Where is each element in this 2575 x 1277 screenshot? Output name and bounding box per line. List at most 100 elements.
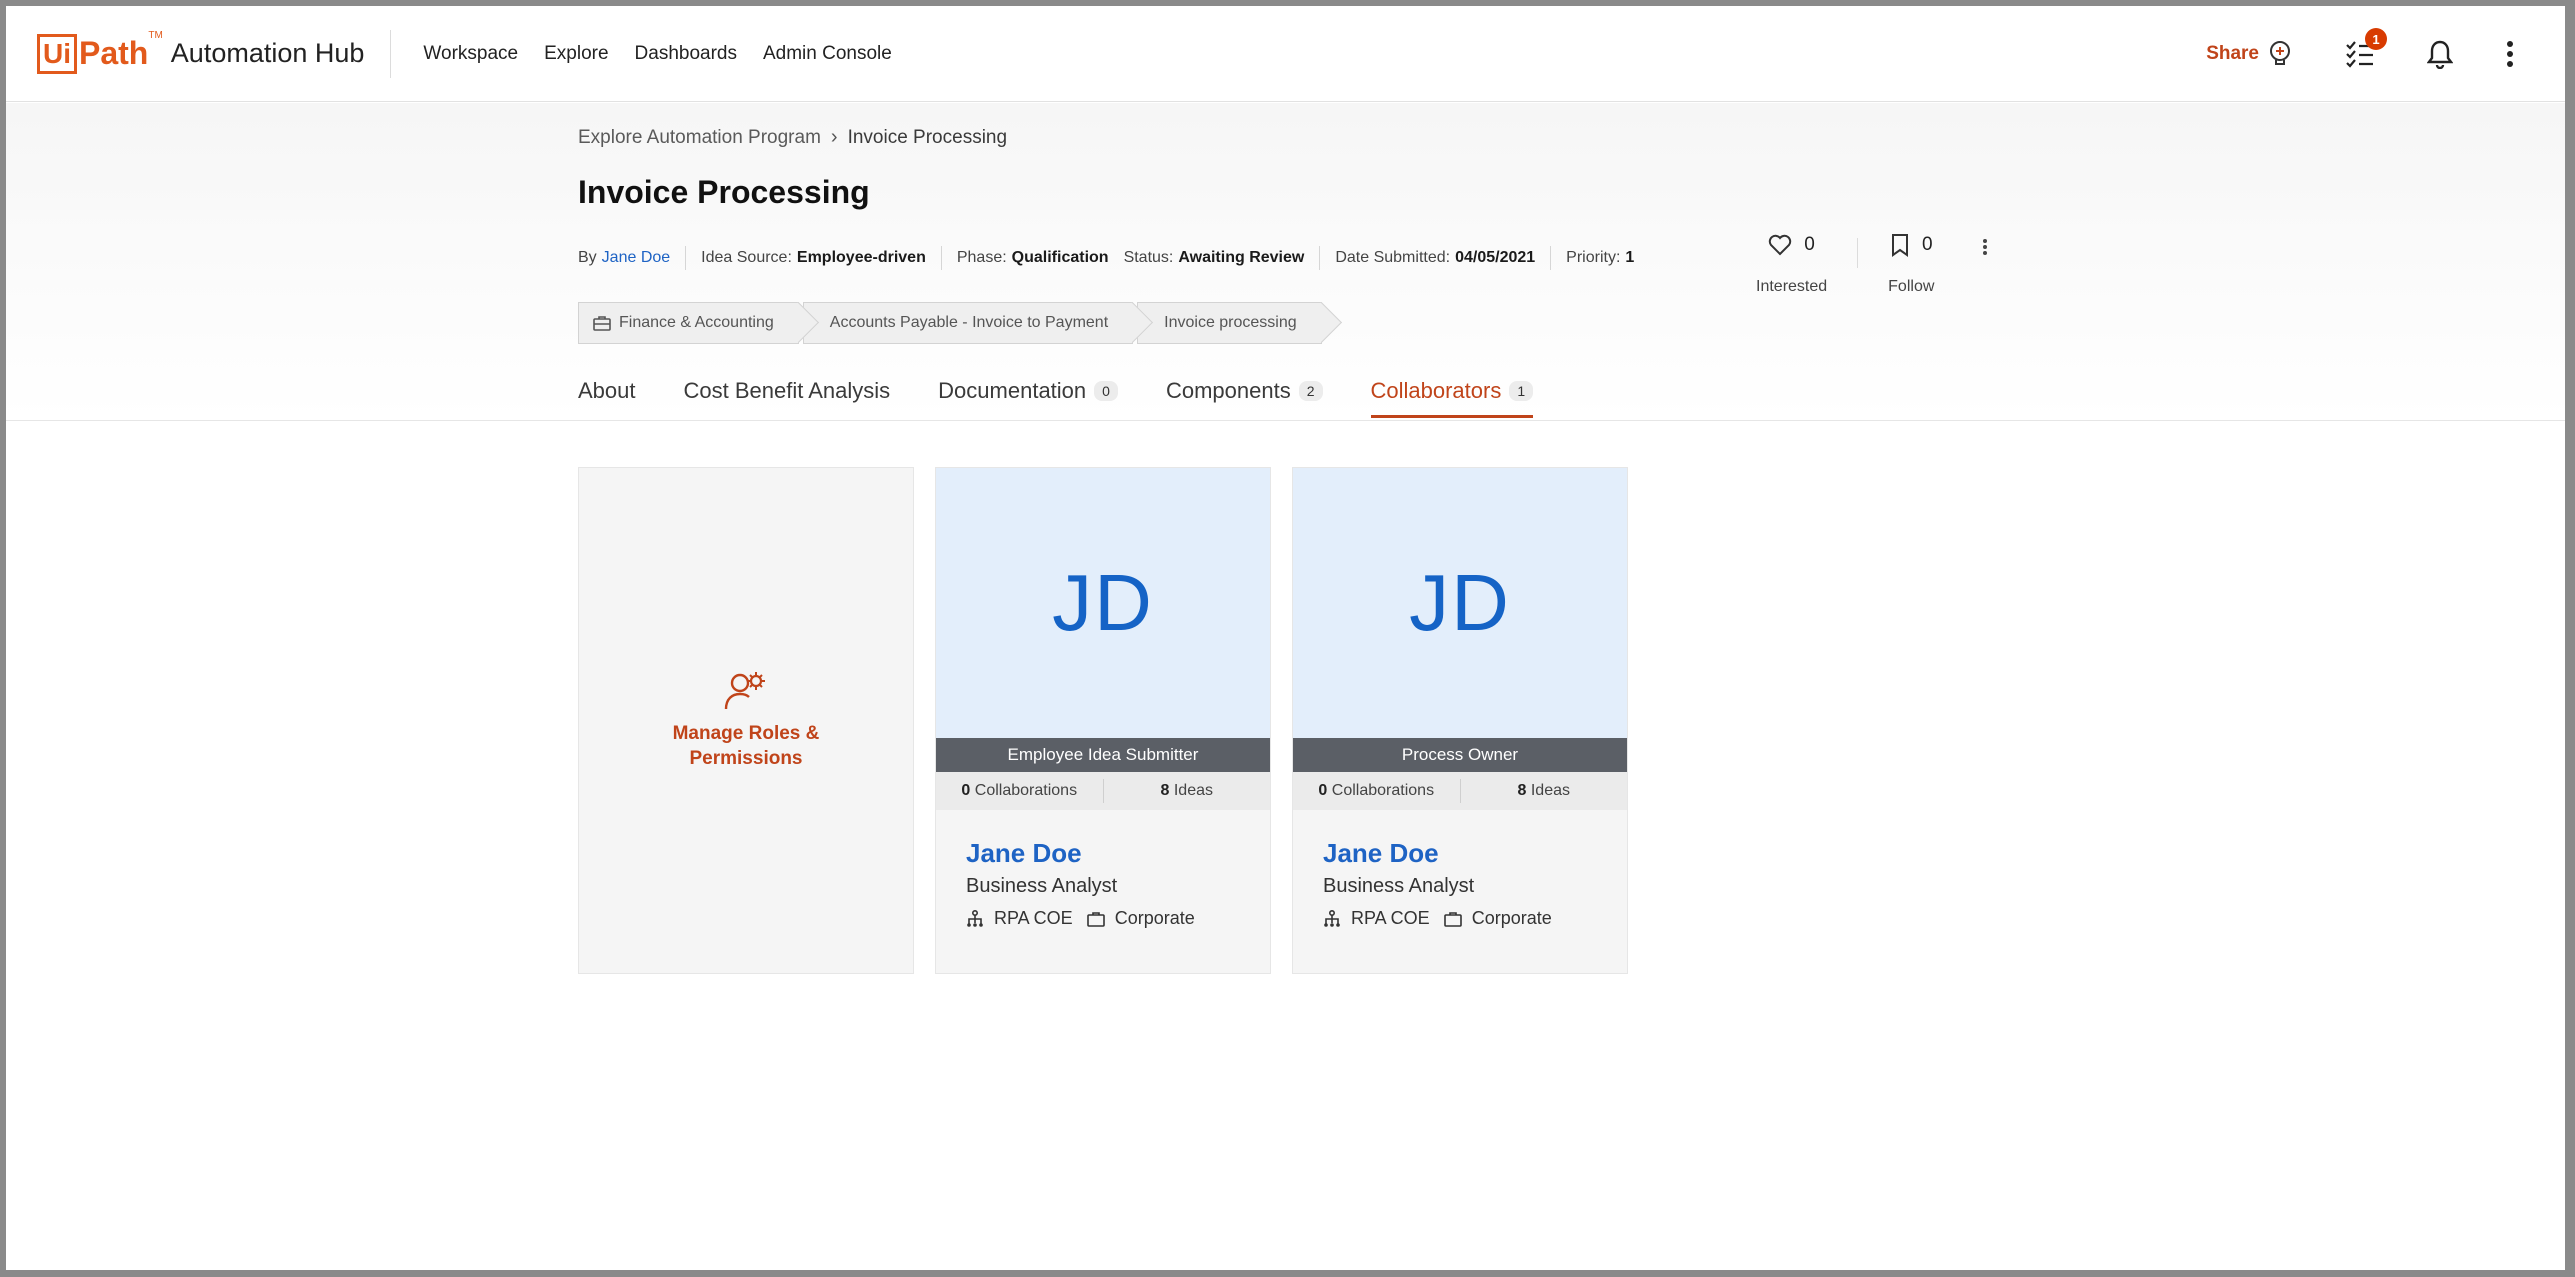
interested-count: 0: [1804, 234, 1815, 255]
breadcrumb-current: Invoice Processing: [847, 126, 1008, 148]
ideas-stat: 8 Ideas: [1104, 782, 1271, 800]
tab-count: 2: [1298, 381, 1323, 401]
author-link[interactable]: Jane Doe: [602, 249, 671, 267]
avatar-initials: JD: [1409, 558, 1511, 647]
nav-dashboards[interactable]: Dashboards: [635, 43, 737, 65]
tab-collaborators[interactable]: Collaborators 1: [1370, 378, 1534, 418]
collaborator-stats: 0 Collaborations 8 Ideas: [936, 772, 1270, 810]
category-tags: Finance & Accounting Accounts Payable - …: [578, 302, 1326, 344]
tasks-button[interactable]: 1: [2345, 28, 2387, 68]
status-label: Status:: [1123, 249, 1174, 266]
tab-label: Collaborators: [1370, 378, 1502, 403]
collaborations-stat: 0 Collaborations: [936, 782, 1103, 800]
tag-label: Accounts Payable - Invoice to Payment: [829, 314, 1109, 331]
collaborator-info: Jane Doe Business Analyst RPA COE Corpor…: [1293, 810, 1627, 929]
breadcrumb-parent[interactable]: Explore Automation Program: [578, 127, 821, 149]
author-label: By: [578, 249, 597, 266]
notifications-button[interactable]: [2427, 39, 2453, 69]
meta-source: Idea Source: Employee-driven: [701, 249, 926, 267]
collaborator-business-unit-wrap: Corporate: [1443, 908, 1552, 929]
idea-tabs: About Cost Benefit Analysis Documentatio…: [578, 378, 1581, 418]
collaborator-org: RPA COE Corporate: [966, 908, 1240, 929]
tab-documentation[interactable]: Documentation 0: [938, 378, 1118, 418]
org-chart-icon: [1324, 909, 1340, 927]
collaborator-card[interactable]: JD Process Owner 0 Collaborations 8 Idea…: [1292, 467, 1628, 974]
share-button[interactable]: Share: [2206, 40, 2293, 68]
tab-label: About: [578, 378, 636, 403]
lightbulb-plus-icon: [2270, 41, 2290, 65]
action-divider: [1857, 238, 1859, 268]
engagement-actions: 0 Interested 0 Follow: [1756, 228, 1988, 296]
source-label: Idea Source:: [701, 249, 792, 266]
manage-roles-card[interactable]: Manage Roles & Permissions: [578, 467, 914, 974]
status-value: Awaiting Review: [1178, 249, 1305, 266]
collaborator-business-unit-wrap: Corporate: [1086, 908, 1195, 929]
manage-roles-label-line2: Permissions: [689, 747, 803, 769]
collaborator-org: RPA COE Corporate: [1323, 908, 1597, 929]
role-label: Process Owner: [1293, 738, 1627, 772]
phase-label: Phase:: [956, 249, 1007, 266]
collaborator-business-unit: Corporate: [1471, 908, 1552, 928]
user-gear-icon: [724, 671, 765, 709]
collaborations-stat: 0 Collaborations: [1293, 782, 1460, 800]
interested-button[interactable]: 0 Interested: [1756, 228, 1827, 296]
tab-about[interactable]: About: [578, 378, 636, 418]
meta-date: Date Submitted: 04/05/2021: [1335, 249, 1535, 267]
breadcrumb: Explore Automation Program › Invoice Pro…: [578, 126, 1007, 149]
nav-workspace[interactable]: Workspace: [423, 43, 518, 65]
idea-more-button[interactable]: [1982, 238, 1988, 261]
bell-icon: [2427, 40, 2453, 69]
collaborator-department: RPA COE: [994, 908, 1073, 928]
tab-components[interactable]: Components 2: [1166, 378, 1323, 418]
phase-value: Qualification: [1011, 249, 1109, 266]
nav-explore[interactable]: Explore: [544, 43, 608, 65]
tab-cost-benefit-analysis[interactable]: Cost Benefit Analysis: [684, 378, 891, 418]
collaborations-label: Collaborations: [1331, 782, 1435, 799]
tabs-divider: [6, 420, 2565, 421]
ideas-stat: 8 Ideas: [1461, 782, 1628, 800]
briefcase-icon: [1086, 911, 1105, 927]
meta-divider: [1319, 246, 1321, 270]
avatar-initials: JD: [1052, 558, 1154, 647]
manage-roles-label-line1: Manage Roles &: [672, 722, 820, 744]
priority-value: 1: [1625, 249, 1635, 266]
nav-admin-console[interactable]: Admin Console: [763, 43, 892, 65]
follow-button[interactable]: 0 Follow: [1888, 228, 1934, 296]
collaborator-card[interactable]: JD Employee Idea Submitter 0 Collaborati…: [935, 467, 1271, 974]
follow-top: 0: [1890, 228, 1933, 262]
ideas-label: Ideas: [1173, 782, 1213, 799]
collaborator-job-title: Business Analyst: [966, 875, 1118, 897]
org-chart-icon: [967, 909, 983, 927]
collaborator-job-title: Business Analyst: [1323, 875, 1475, 897]
tag-process[interactable]: Invoice processing: [1137, 302, 1322, 344]
logo-ui-box: Ui: [37, 33, 77, 74]
source-value: Employee-driven: [796, 249, 926, 266]
meta-priority: Priority: 1: [1566, 249, 1634, 267]
tab-count: 0: [1094, 381, 1118, 401]
collaborator-business-unit: Corporate: [1114, 908, 1195, 928]
collaborator-name[interactable]: Jane Doe: [1323, 838, 1597, 869]
role-label: Employee Idea Submitter: [936, 738, 1270, 772]
tab-label: Documentation: [938, 378, 1087, 403]
follow-label: Follow: [1888, 278, 1935, 295]
uipath-logo[interactable]: Ui Path TM Automation Hub: [37, 30, 364, 74]
interested-top: 0: [1768, 228, 1815, 262]
tag-category[interactable]: Finance & Accounting: [578, 302, 799, 344]
date-value: 04/05/2021: [1455, 249, 1536, 266]
more-menu-button[interactable]: [2505, 39, 2515, 69]
follow-count: 0: [1921, 234, 1933, 255]
meta-divider: [685, 246, 687, 270]
briefcase-icon: [593, 316, 611, 331]
chevron-right-icon: ›: [830, 126, 838, 148]
tag-label: Invoice processing: [1164, 314, 1297, 331]
collaborator-name[interactable]: Jane Doe: [966, 838, 1240, 869]
tag-subcategory[interactable]: Accounts Payable - Invoice to Payment: [802, 302, 1134, 344]
briefcase-icon: [1443, 911, 1462, 927]
priority-label: Priority:: [1566, 249, 1621, 266]
tab-count: 1: [1509, 381, 1534, 401]
meta-phase: Phase: Qualification: [957, 249, 1109, 267]
meta-author: By Jane Doe: [578, 249, 670, 267]
interested-label: Interested: [1756, 278, 1828, 295]
idea-meta: By Jane Doe Idea Source: Employee-driven…: [578, 246, 1634, 270]
collaborations-count: 0: [961, 782, 971, 799]
